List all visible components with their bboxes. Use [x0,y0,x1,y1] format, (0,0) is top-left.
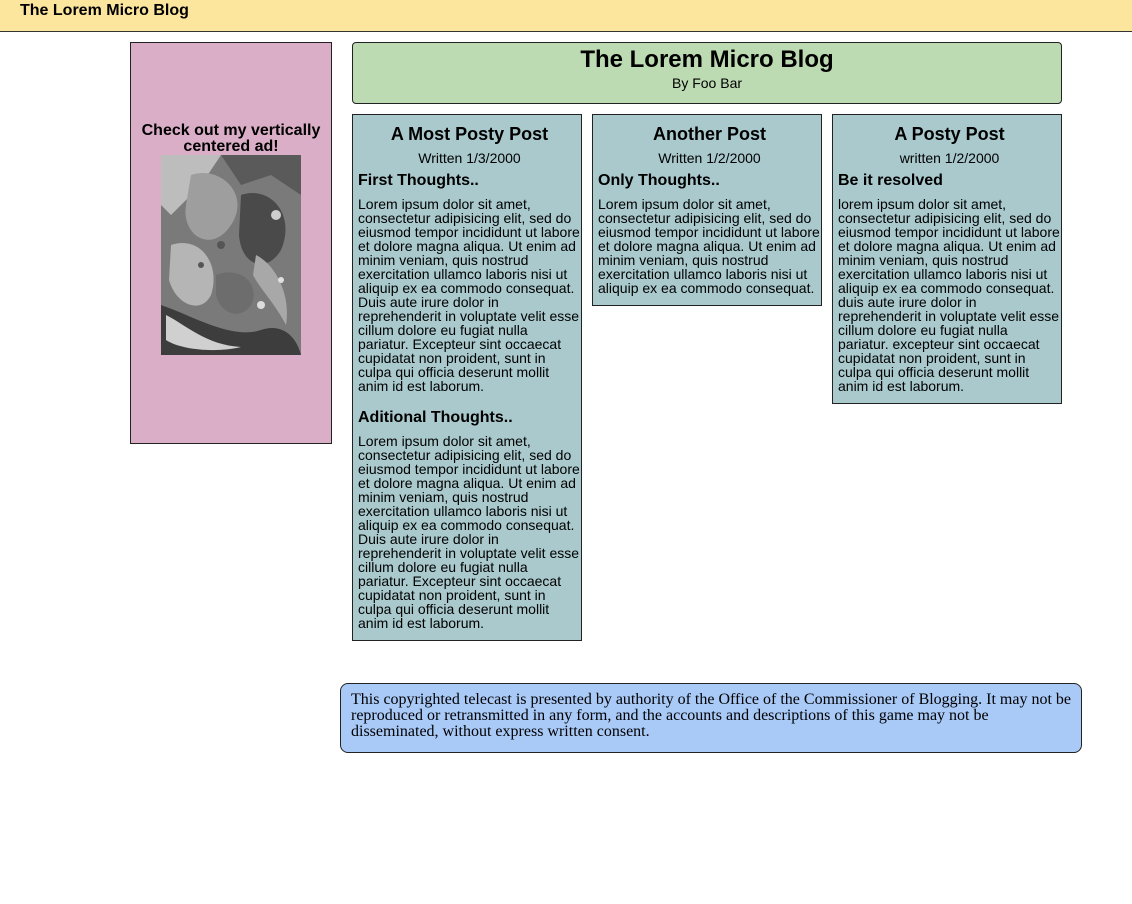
ad-image[interactable] [161,155,301,355]
post-date: written 1/2/2000 [899,150,1000,166]
post-section-heading: Only Thoughts.. [598,172,720,189]
blog-header: The Lorem Micro Blog By Foo Bar [352,42,1062,104]
post-section-heading: First Thoughts.. [358,172,479,189]
ad-sidebar: Check out my vertically centered ad! [130,42,332,444]
post-card: A Posty Post written 1/2/2000 Be it reso… [832,114,1062,404]
post-card: Another Post Written 1/2/2000 Only Thoug… [592,114,822,306]
top-bar: The Lorem Micro Blog [0,0,1132,32]
post-section-body: Lorem ipsum dolor sit amet, consectetur … [598,196,820,296]
post-section-body: Lorem ipsum dolor sit amet, consectetur … [358,433,580,631]
post-title[interactable]: A Most Posty Post [358,123,581,145]
post-section-body: Lorem ipsum dolor sit amet, consectetur … [358,196,580,394]
blog-title: The Lorem Micro Blog [580,46,834,73]
copyright-text: This copyrighted telecast is presented b… [351,691,1071,740]
post-section-body: lorem ipsum dolor sit amet, consectetur … [838,196,1060,394]
blog-byline: By Foo Bar [671,75,743,91]
post-section-heading: Be it resolved [838,172,943,189]
post-section-heading: Aditional Thoughts.. [358,409,513,426]
post-title[interactable]: Another Post [598,123,821,145]
post-date: Written 1/2/2000 [658,150,761,166]
post-date: Written 1/3/2000 [418,150,521,166]
site-title: The Lorem Micro Blog [20,2,189,19]
ad-text: Check out my vertically centered ad! [141,122,321,155]
post-card: A Most Posty Post Written 1/3/2000 First… [352,114,582,641]
post-title[interactable]: A Posty Post [838,123,1061,145]
copyright-footer: This copyrighted telecast is presented b… [340,683,1082,753]
